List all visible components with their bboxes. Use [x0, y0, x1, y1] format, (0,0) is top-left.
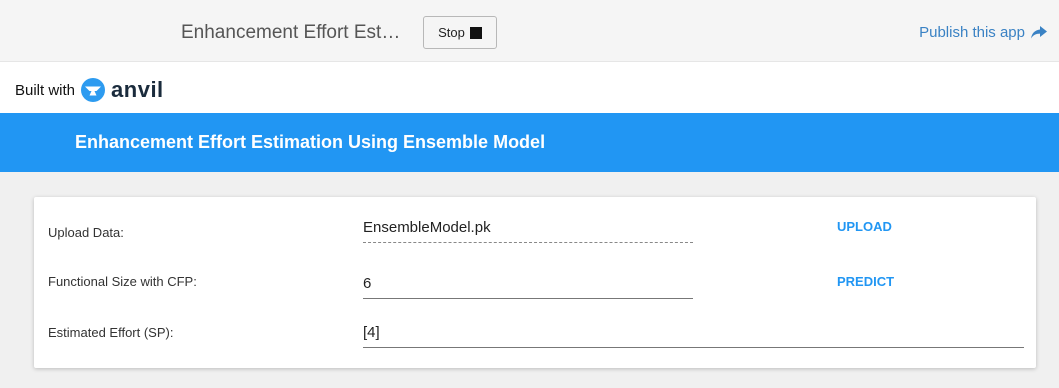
- stop-square-icon: [469, 26, 482, 39]
- functional-size-label: Functional Size with CFP:: [48, 274, 197, 289]
- stop-button[interactable]: Stop: [423, 16, 497, 49]
- anvil-logo-icon: [81, 78, 106, 102]
- built-with-label: Built with: [15, 81, 76, 99]
- app-title: Enhancement Effort Est…: [181, 22, 401, 43]
- functional-size-input[interactable]: 6: [363, 275, 693, 299]
- upload-file-field[interactable]: EnsembleModel.pk: [363, 219, 693, 243]
- upload-button[interactable]: UPLOAD: [837, 219, 892, 234]
- top-bar: Enhancement Effort Est… Stop Publish thi…: [0, 0, 1059, 62]
- estimated-effort-label: Estimated Effort (SP):: [48, 325, 174, 340]
- upload-data-label: Upload Data:: [48, 225, 124, 240]
- publish-app-link[interactable]: Publish this app: [919, 24, 1047, 41]
- stop-label: Stop: [438, 25, 465, 40]
- estimated-effort-field: [4]: [363, 324, 1024, 348]
- anvil-logo-text: anvil: [111, 77, 164, 102]
- publish-label: Publish this app: [919, 24, 1025, 41]
- predict-button[interactable]: PREDICT: [837, 274, 894, 289]
- page-title: Enhancement Effort Estimation Using Ense…: [75, 132, 546, 152]
- header-banner: Enhancement Effort Estimation Using Ense…: [0, 113, 1059, 172]
- built-with-anvil[interactable]: Built with anvil: [15, 78, 164, 102]
- form-card: Upload Data: EnsembleModel.pk UPLOAD Fun…: [34, 197, 1036, 368]
- share-arrow-icon: [1031, 26, 1047, 39]
